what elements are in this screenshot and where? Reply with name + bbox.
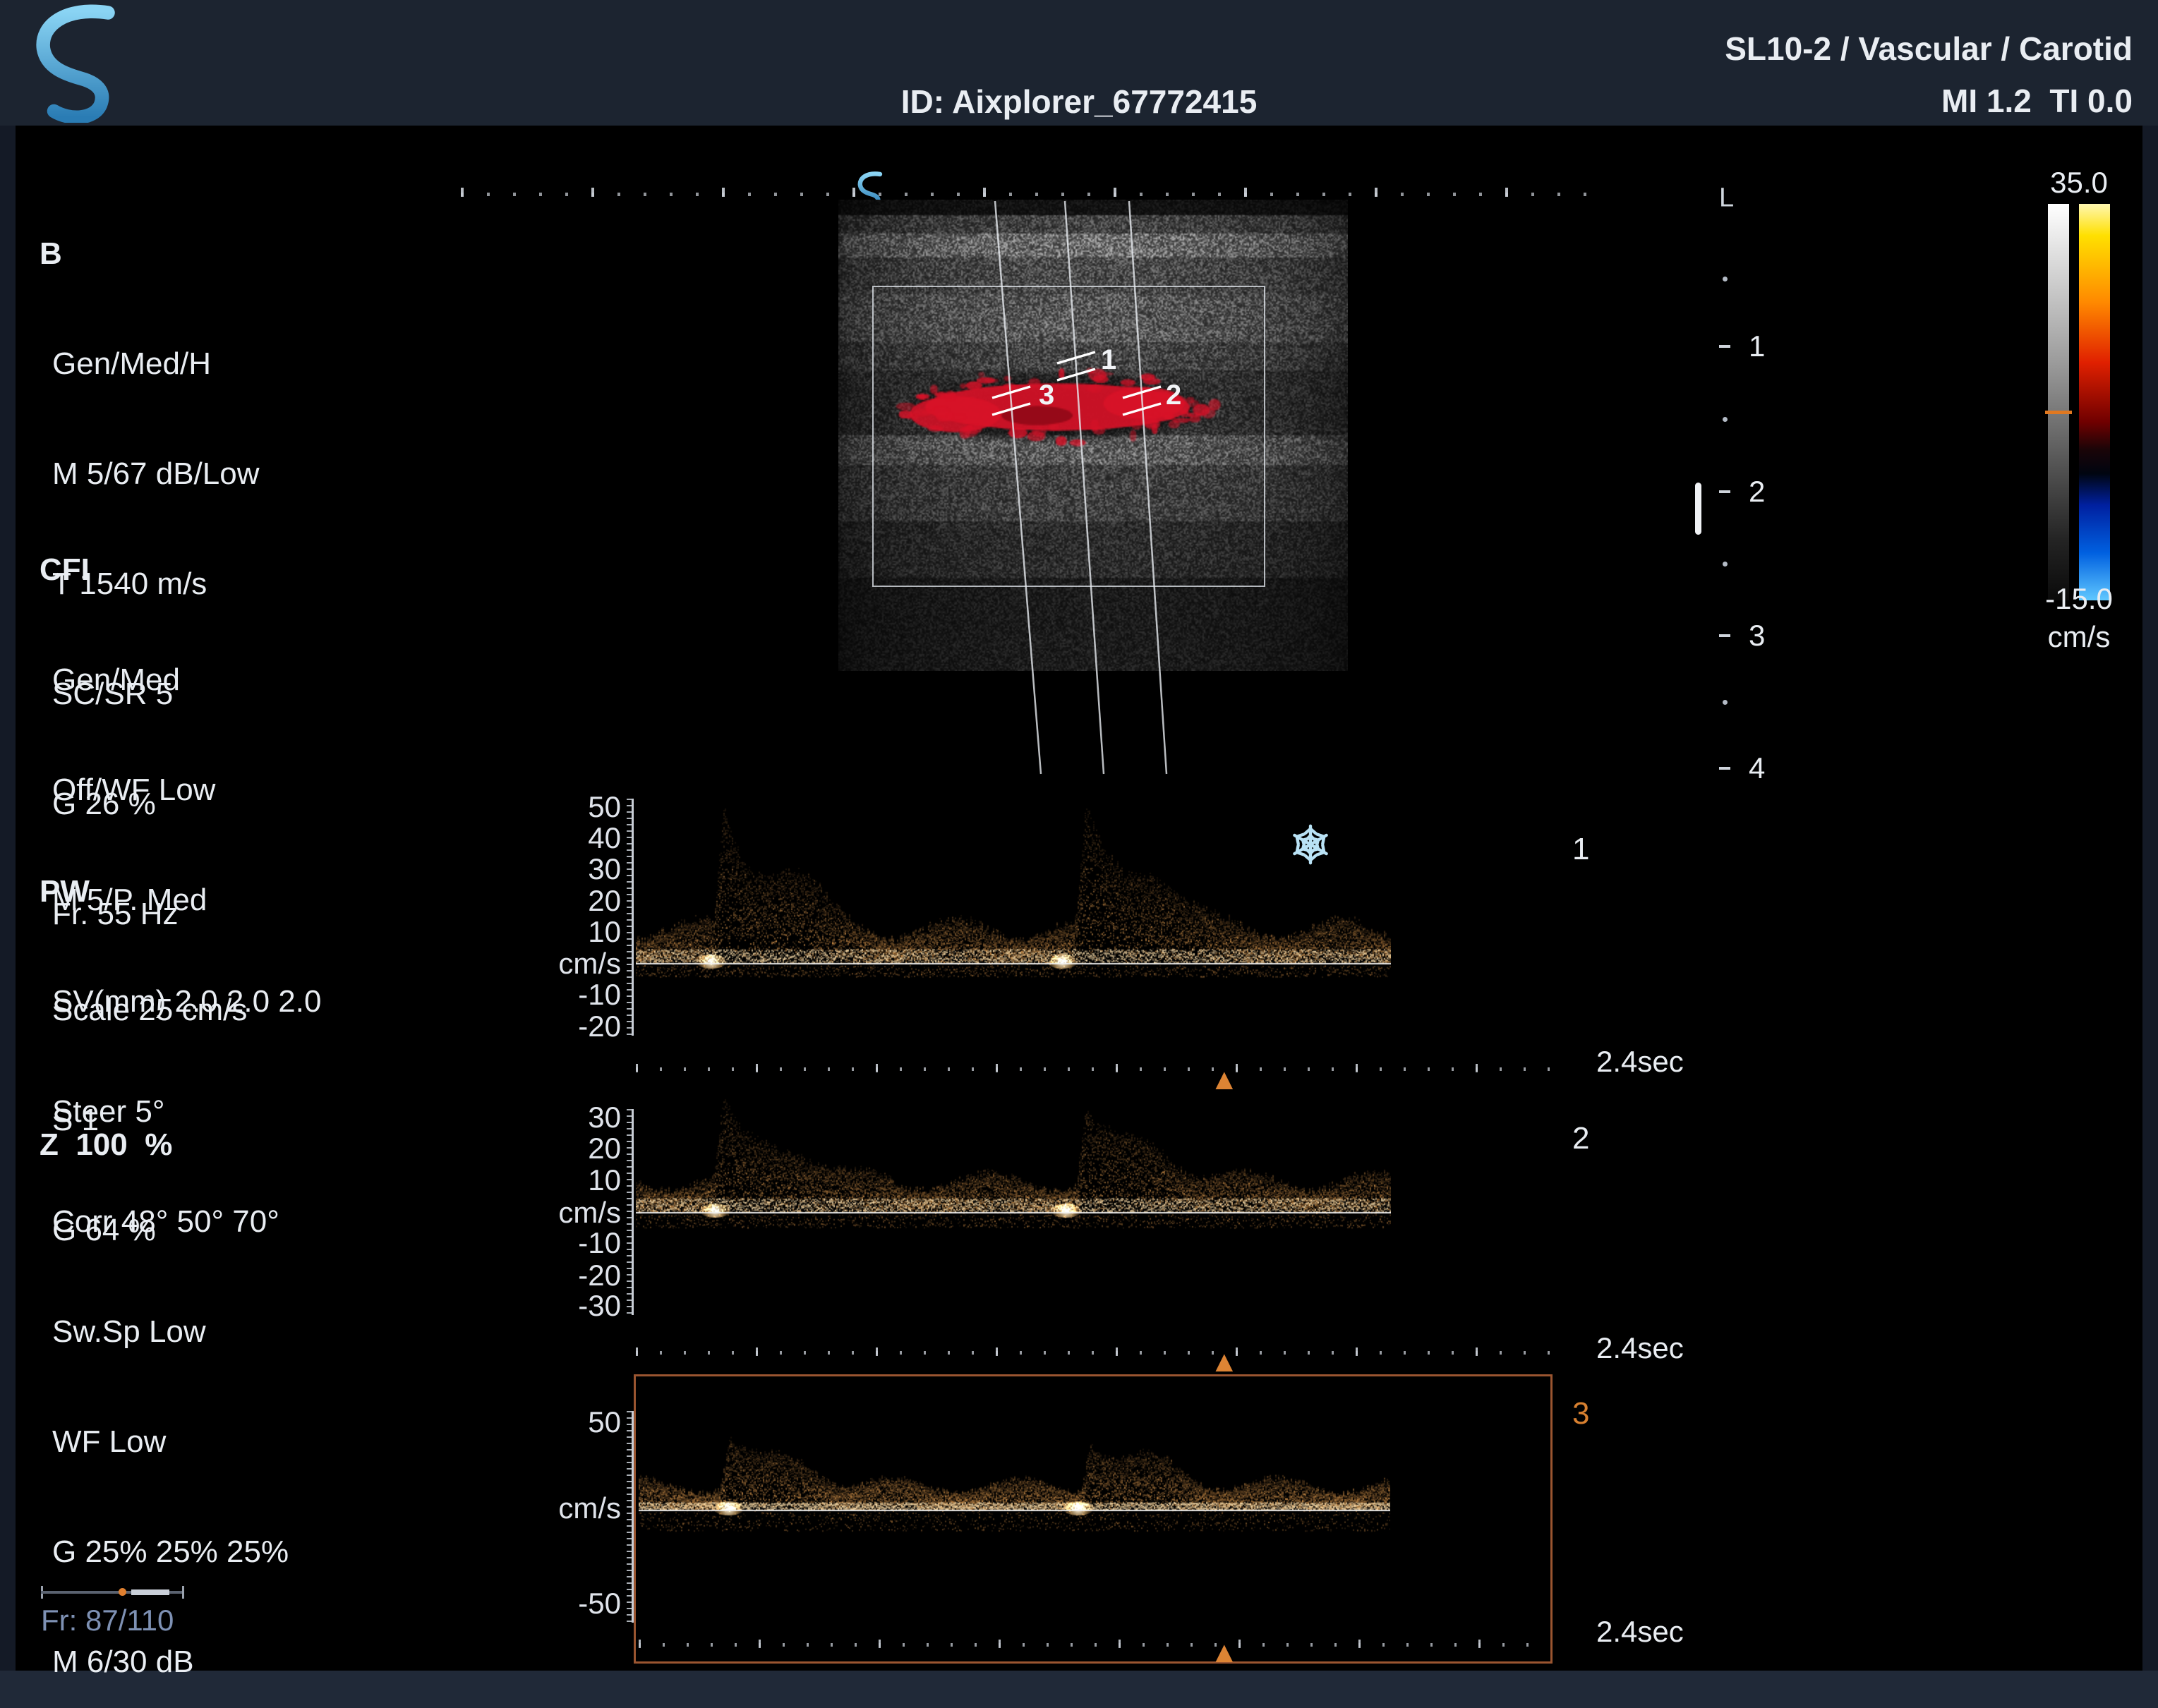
trace1-ytick: 20 [501, 884, 621, 918]
spectral-trace-1 [636, 797, 1391, 1051]
trace2-time-axis [636, 1346, 1553, 1357]
trace3-ytick: 50 [501, 1405, 621, 1439]
doppler-overlay: 3 1 2 [838, 200, 1348, 775]
depth-label: 4 [1749, 751, 1765, 785]
cine-end-tick [182, 1586, 184, 1599]
gate-label-3: 3 [1039, 380, 1054, 411]
trace1-ytick: 40 [501, 821, 621, 855]
pw-params-title: PW [40, 873, 321, 910]
trace1-number: 1 [1572, 832, 1589, 867]
param-line: M 6/30 dB [52, 1644, 321, 1680]
trace2-ytick: 30 [501, 1101, 621, 1134]
trace2-ytick: 20 [501, 1132, 621, 1165]
trace2-unit: cm/s [501, 1196, 621, 1230]
trace1-ytick: 30 [501, 852, 621, 886]
frame-counter: Fr: 87/110 [41, 1604, 174, 1637]
trace2-y-axis [627, 1109, 634, 1315]
colorbar-min: -15.0 [2023, 582, 2135, 616]
param-line: Corr 48° 50° 70° [52, 1204, 321, 1240]
gate-label-2: 2 [1166, 380, 1181, 411]
trace1-ytick: -20 [501, 1010, 621, 1043]
spectral-trace-3 [639, 1381, 1390, 1658]
depth-label: 2 [1749, 475, 1765, 509]
left-frame [0, 126, 16, 1671]
sweep-marker-icon: ▲ [1210, 1062, 1239, 1096]
trace3-time-axis [639, 1638, 1549, 1649]
trace1-unit: cm/s [501, 947, 621, 981]
trace3-y-axis [627, 1411, 634, 1623]
trace1-y-axis [627, 799, 634, 1036]
bottom-bar [0, 1671, 2158, 1708]
color-box [873, 286, 1265, 586]
orientation-marker: L [1719, 183, 1734, 214]
param-line: Steer 5° [52, 1094, 321, 1130]
ultrasound-screen: ID: Aixplorer_67772415 SL10-2 / Vascular… [0, 0, 2158, 1708]
trace2-ytick: 10 [501, 1163, 621, 1197]
param-line: WF Low [52, 1424, 321, 1460]
bmode-params-title: B [40, 236, 260, 272]
gate-label-1: 1 [1101, 344, 1116, 375]
trace1-ytick: 10 [501, 915, 621, 949]
trace3-unit: cm/s [501, 1491, 621, 1525]
param-line: SV(mm) 2.0 2.0 2.0 [52, 983, 321, 1020]
focus-marker[interactable] [1695, 483, 1701, 535]
trace1-time-axis [636, 1062, 1553, 1074]
trace1-time: 2.4sec [1596, 1045, 1684, 1079]
trace2-ytick: -20 [501, 1259, 621, 1292]
gray-scale-bar [2048, 204, 2069, 600]
depth-label: 1 [1749, 329, 1765, 363]
trace3-number: 3 [1572, 1396, 1589, 1431]
lateral-ruler [461, 186, 1600, 198]
colorbar-max: 35.0 [2023, 166, 2135, 200]
cine-position-dot[interactable] [119, 1588, 126, 1596]
param-line: Gen/Med/H [52, 346, 260, 382]
sweep-marker-icon: ▲ [1210, 1345, 1239, 1379]
probe-preset: SL10-2 / Vascular / Carotid [1725, 30, 2133, 68]
freeze-snowflake-icon [1289, 823, 1332, 866]
cfi-params-title: CFI [40, 552, 247, 588]
zoom-value: Z 100 % [40, 1127, 172, 1163]
right-frame [2142, 126, 2158, 1671]
depth-label: 3 [1749, 619, 1765, 653]
trace2-time: 2.4sec [1596, 1331, 1684, 1365]
colorbar-unit: cm/s [2023, 620, 2135, 654]
trace2-ytick: -30 [501, 1289, 621, 1323]
patient-id: ID: Aixplorer_67772415 [901, 83, 1258, 121]
trace3-time: 2.4sec [1596, 1615, 1684, 1649]
mi-ti-values: MI 1.2 TI 0.0 [1941, 82, 2133, 120]
trace3-ytick: -50 [501, 1587, 621, 1621]
trace2-ytick: -10 [501, 1226, 621, 1260]
param-line: G 25% 25% 25% [52, 1534, 321, 1570]
param-line: Gen/Med [52, 662, 247, 698]
trace1-ytick: -10 [501, 978, 621, 1012]
brand-logo-icon [27, 4, 134, 123]
trace2-number: 2 [1572, 1121, 1589, 1156]
cine-segment [131, 1589, 169, 1595]
sweep-marker-icon: ▲ [1210, 1635, 1239, 1669]
trace1-ytick: 50 [501, 790, 621, 824]
baseline-tick [2045, 411, 2072, 414]
depth-ruler [1719, 268, 1733, 790]
color-doppler-bar [2079, 204, 2110, 600]
spectral-trace-2 [636, 1097, 1391, 1326]
pw-params: PW SV(mm) 2.0 2.0 2.0 Steer 5° Corr 48° … [40, 800, 321, 1708]
param-line: Sw.Sp Low [52, 1314, 321, 1350]
